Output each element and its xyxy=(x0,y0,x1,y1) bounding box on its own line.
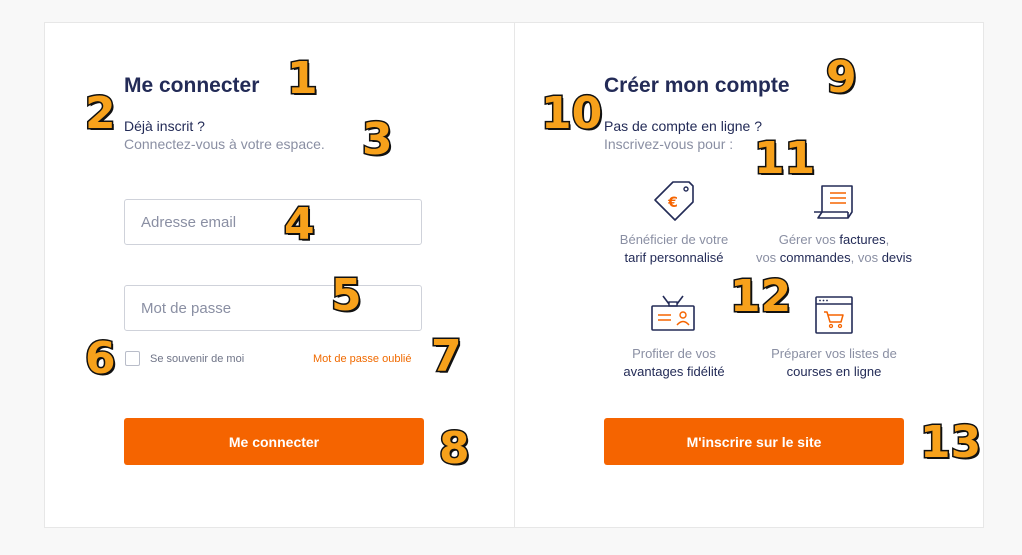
feature-fidelite: Profiter de vos avantages fidélité xyxy=(623,346,725,379)
svg-text:€: € xyxy=(667,195,678,211)
annotation-badge: 2 xyxy=(84,88,118,139)
login-title: Me connecter xyxy=(124,74,260,97)
register-description: Inscrivez-vous pour : xyxy=(604,136,734,152)
password-input[interactable] xyxy=(124,285,422,331)
loyalty-card-icon xyxy=(649,294,697,334)
login-button[interactable]: Me connecter xyxy=(124,418,424,465)
register-subtitle: Pas de compte en ligne ? xyxy=(604,118,762,134)
annotation-badge: 13 xyxy=(918,417,982,468)
annotation-badge: 4 xyxy=(283,199,317,250)
annotation-badge: 3 xyxy=(361,114,395,165)
login-subtitle: Déjà inscrit ? xyxy=(124,118,205,134)
annotation-badge: 11 xyxy=(752,133,816,184)
remember-me-label: Se souvenir de moi xyxy=(150,353,245,365)
shopping-cart-window-icon xyxy=(814,295,854,335)
register-button[interactable]: M'inscrire sur le site xyxy=(604,418,904,465)
annotation-badge: 12 xyxy=(728,271,792,322)
feature-tarif: Bénéficier de votre tarif personnalisé xyxy=(619,232,729,265)
annotation-badge: 10 xyxy=(539,88,603,139)
feature-factures: Gérer vos factures, vos commandes, vos d… xyxy=(755,232,913,265)
annotation-badge: 8 xyxy=(438,423,472,474)
annotation-badge: 9 xyxy=(825,52,859,103)
forgot-password-link[interactable]: Mot de passe oublié xyxy=(313,353,411,365)
register-title: Créer mon compte xyxy=(604,74,790,97)
price-tag-euro-icon: € xyxy=(651,178,697,222)
panel-divider xyxy=(514,23,515,527)
feature-courses: Préparer vos listes de courses en ligne xyxy=(771,346,897,379)
invoice-scroll-icon xyxy=(810,182,860,222)
remember-me-checkbox[interactable] xyxy=(125,351,140,366)
annotation-badge: 5 xyxy=(330,270,364,321)
annotation-badge: 6 xyxy=(84,333,118,384)
annotation-badge: 7 xyxy=(430,331,464,382)
annotation-badge: 1 xyxy=(286,53,320,104)
email-input[interactable] xyxy=(124,199,422,245)
login-description: Connectez-vous à votre espace. xyxy=(124,136,325,152)
